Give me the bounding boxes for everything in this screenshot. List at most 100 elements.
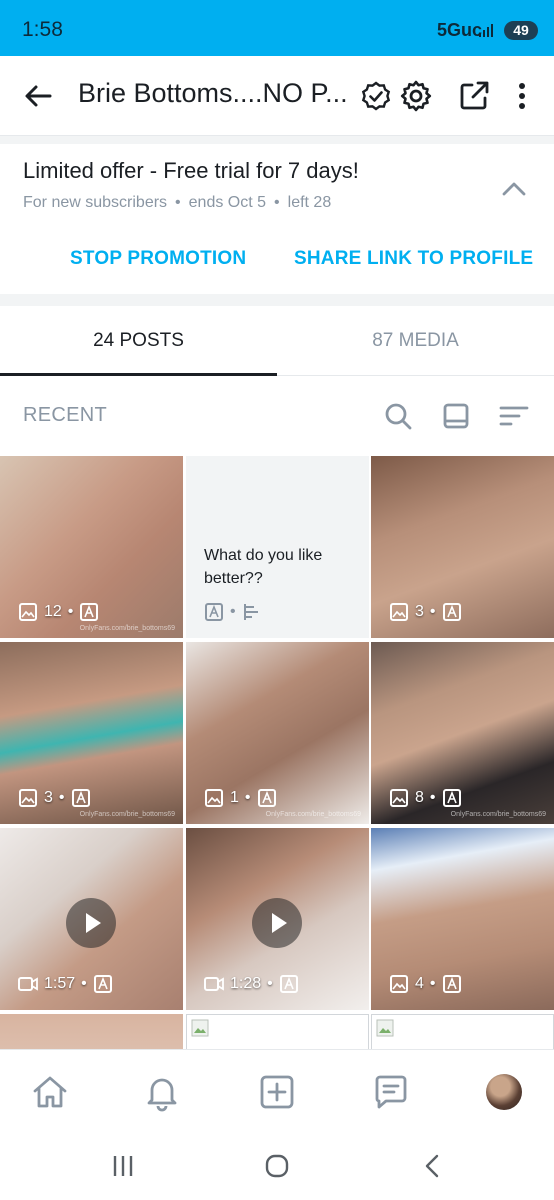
separator: • xyxy=(58,789,65,806)
media-count: 3 xyxy=(44,789,53,806)
tab-posts[interactable]: 24 POSTS xyxy=(0,306,277,376)
tile-meta: 1 • xyxy=(204,788,277,808)
verified-badge-icon xyxy=(361,81,391,111)
video-icon xyxy=(204,977,224,991)
page-title: Brie Bottoms....NO P... xyxy=(78,78,348,108)
auto-icon xyxy=(442,975,461,993)
watermark: OnlyFans.com/brie_bottoms69 xyxy=(265,811,361,818)
media-count: 12 xyxy=(44,603,62,620)
profile-avatar[interactable] xyxy=(486,1074,522,1110)
auto-icon xyxy=(71,789,90,807)
tile-meta: 1:57 • xyxy=(18,974,113,994)
image-icon xyxy=(19,789,37,807)
add-post-icon[interactable] xyxy=(257,1072,297,1112)
gear-icon[interactable] xyxy=(398,78,434,114)
image-icon xyxy=(390,603,408,621)
tile-meta: 8 • xyxy=(389,788,462,808)
recent-apps-icon[interactable] xyxy=(108,1151,138,1181)
image-icon xyxy=(390,975,408,993)
media-count: 1 xyxy=(230,789,239,806)
grid-tile[interactable]: 3 • xyxy=(371,456,554,638)
share-icon[interactable] xyxy=(456,78,492,114)
auto-icon xyxy=(442,789,461,807)
status-bar: 1:58 5Guc 49 xyxy=(0,0,554,56)
promo-end-date: ends Oct 5 xyxy=(188,194,267,211)
promo-remaining: left 28 xyxy=(287,194,332,211)
auto-icon xyxy=(205,603,223,621)
media-count: 8 xyxy=(415,789,424,806)
posts-grid: 12 • OnlyFans.com/brie_bottoms69 What do… xyxy=(0,456,554,1049)
grid-tile[interactable]: 8 • OnlyFans.com/brie_bottoms69 xyxy=(371,642,554,824)
notifications-icon[interactable] xyxy=(142,1072,182,1112)
promotion-card: Limited offer - Free trial for 7 days! F… xyxy=(0,144,554,294)
tile-meta: 1:28 • xyxy=(204,974,299,994)
system-navigation xyxy=(0,1133,554,1200)
poll-icon xyxy=(243,604,258,620)
grid-tile[interactable]: 4 • xyxy=(371,828,554,1010)
promo-audience: For new subscribers xyxy=(23,194,168,211)
separator: • xyxy=(274,194,280,211)
section-divider xyxy=(0,294,554,306)
messages-icon[interactable] xyxy=(371,1072,411,1112)
auto-icon xyxy=(257,789,276,807)
tile-meta: 12 • xyxy=(18,602,99,622)
share-profile-link-button[interactable]: SHARE LINK TO PROFILE xyxy=(294,248,533,270)
video-icon xyxy=(18,977,38,991)
image-icon xyxy=(390,789,408,807)
promo-title: Limited offer - Free trial for 7 days! xyxy=(23,158,359,183)
tile-meta: 3 • xyxy=(18,788,91,808)
tab-media[interactable]: 87 MEDIA xyxy=(277,306,554,376)
network-indicator: 5Guc xyxy=(436,20,482,40)
auto-icon xyxy=(279,975,298,993)
stop-promotion-button[interactable]: STOP PROMOTION xyxy=(70,248,246,270)
grid-tile[interactable]: What do you like better?? • xyxy=(186,456,369,638)
layout-icon[interactable] xyxy=(440,400,472,432)
sort-label: RECENT xyxy=(23,404,108,426)
top-bar: Brie Bottoms....NO P... xyxy=(0,56,554,136)
separator: • xyxy=(429,789,436,806)
filter-bar: RECENT xyxy=(0,376,554,456)
back-arrow-icon[interactable] xyxy=(20,78,56,114)
separator: • xyxy=(230,603,236,620)
auto-icon xyxy=(80,603,99,621)
grid-tile[interactable]: 3 • OnlyFans.com/brie_bottoms69 xyxy=(0,642,183,824)
grid-tile[interactable]: 1:57 • xyxy=(0,828,183,1010)
section-divider xyxy=(0,136,554,144)
grid-tile[interactable]: 1:28 • xyxy=(186,828,369,1010)
auto-icon xyxy=(442,603,461,621)
tile-meta: 4 • xyxy=(389,974,462,994)
home-icon[interactable] xyxy=(30,1072,70,1112)
system-back-icon[interactable] xyxy=(418,1151,448,1181)
media-count: 3 xyxy=(415,603,424,620)
grid-tile[interactable] xyxy=(371,1014,554,1049)
text-post-preview: What do you like better?? xyxy=(204,547,323,587)
separator: • xyxy=(429,975,436,992)
video-duration: 1:57 xyxy=(44,975,76,992)
more-vert-icon[interactable] xyxy=(508,78,536,114)
media-count: 4 xyxy=(415,975,424,992)
broken-image-icon xyxy=(376,1019,394,1037)
separator: • xyxy=(67,603,74,620)
separator: • xyxy=(267,975,273,992)
separator: • xyxy=(175,194,181,211)
sort-icon[interactable] xyxy=(498,400,530,432)
grid-tile[interactable]: 1 • OnlyFans.com/brie_bottoms69 xyxy=(186,642,369,824)
grid-tile[interactable]: 12 • OnlyFans.com/brie_bottoms69 xyxy=(0,456,183,638)
grid-tile[interactable] xyxy=(0,1014,183,1049)
bottom-navigation xyxy=(0,1049,554,1133)
grid-tile[interactable] xyxy=(186,1014,369,1049)
tile-meta: 3 • xyxy=(389,602,462,622)
separator: • xyxy=(429,603,436,620)
separator: • xyxy=(81,975,87,992)
watermark: OnlyFans.com/brie_bottoms69 xyxy=(79,625,175,632)
home-button-icon[interactable] xyxy=(262,1151,292,1181)
chevron-up-icon[interactable] xyxy=(500,176,528,204)
promo-details: For new subscribers • ends Oct 5 • left 28 xyxy=(23,194,331,212)
search-icon[interactable] xyxy=(382,400,414,432)
play-icon[interactable] xyxy=(66,898,116,948)
auto-icon xyxy=(93,975,112,993)
play-icon[interactable] xyxy=(252,898,302,948)
tile-meta: • xyxy=(204,602,262,622)
status-time: 1:58 xyxy=(22,18,63,41)
image-icon xyxy=(205,789,223,807)
